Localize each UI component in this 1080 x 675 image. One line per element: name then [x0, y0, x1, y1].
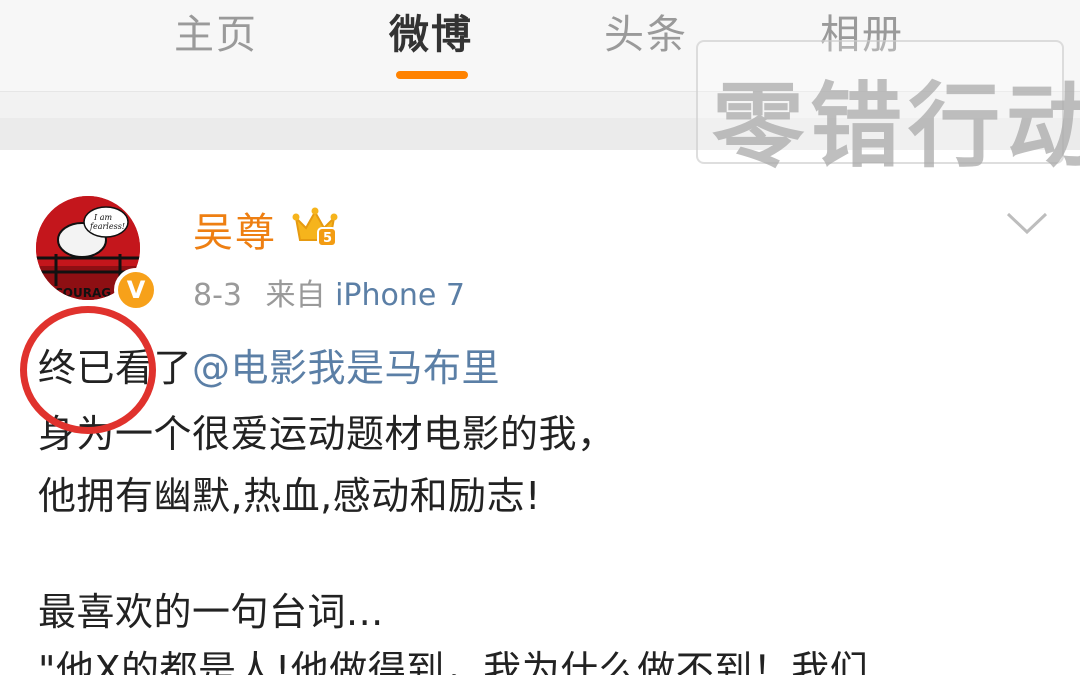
watermark-text: 零错行动	[712, 73, 1080, 180]
post-line-5: "他X的都是人!他做得到，我为什么做不到！我们	[38, 648, 869, 675]
chevron-down-icon[interactable]	[1004, 208, 1050, 238]
post-line-3: 他拥有幽默,热血,感动和励志!	[38, 474, 541, 518]
svg-text:5: 5	[323, 231, 332, 246]
post-meta: 8-3 来自 iPhone 7	[193, 270, 465, 314]
post-mention-link[interactable]: @电影我是马布里	[192, 346, 500, 390]
post-line-2: 身为一个很爱运动题材电影的我，	[38, 412, 616, 456]
tab-weibo[interactable]: 微博	[389, 2, 473, 60]
tab-home[interactable]: 主页	[174, 2, 258, 60]
tab-headlines[interactable]: 头条	[604, 2, 688, 60]
avatar-caption-2: fearless!	[89, 222, 125, 231]
verified-badge-icon: V	[114, 268, 158, 312]
crown-icon[interactable]: 5	[292, 206, 338, 248]
avatar-caption-1: I am	[93, 213, 112, 222]
post-line-4: 最喜欢的一句台词...	[38, 590, 384, 634]
post-source-prefix: 来自	[265, 278, 326, 313]
active-tab-indicator	[396, 71, 468, 79]
post-username[interactable]: 吴尊	[193, 200, 277, 258]
post-date: 8-3	[193, 278, 242, 313]
post-device[interactable]: iPhone 7	[335, 278, 465, 313]
annotation-circle	[20, 306, 156, 434]
post-line-1: 终已看了@电影我是马布里	[38, 346, 1068, 390]
